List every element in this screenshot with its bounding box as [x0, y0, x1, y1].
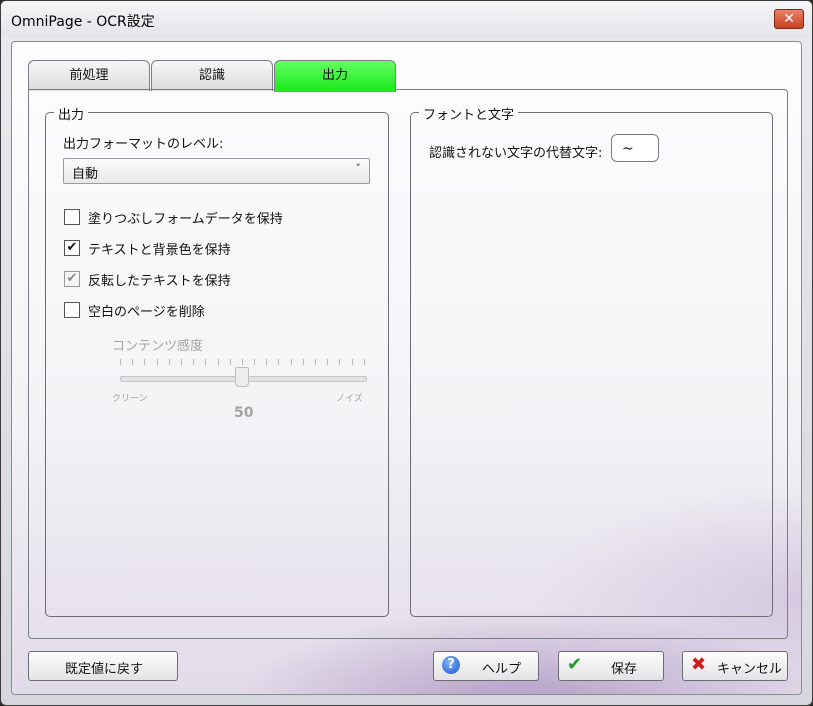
cancel-button[interactable]: ✖ キャンセル — [682, 651, 788, 681]
slider-ticks — [120, 359, 365, 367]
font-group-legend: フォントと文字 — [419, 104, 519, 123]
help-icon: ? — [442, 656, 460, 674]
save-label: 保存 — [611, 662, 638, 677]
save-button[interactable]: ✔ 保存 — [558, 651, 664, 681]
content-sensitivity-slider-area: コンテンツ感度 クリーン ノイズ 50 — [112, 335, 372, 425]
dialog-window: OmniPage - OCR設定 ✕ 前処理 認識 出力 出力 出力フォーマット… — [0, 0, 813, 706]
help-button[interactable]: ? ヘルプ — [433, 651, 539, 681]
output-group: 出力 出力フォーマットのレベル: 自動 ˅ 塗りつぶしフォームデータを保持 ✔ … — [45, 104, 389, 617]
font-character-group: フォントと文字 認識されない文字の代替文字: ~ — [410, 104, 773, 617]
reset-defaults-button[interactable]: 既定値に戻す — [28, 651, 178, 681]
tab-panel-output: 出力 出力フォーマットのレベル: 自動 ˅ 塗りつぶしフォームデータを保持 ✔ … — [28, 89, 788, 639]
format-level-select[interactable]: 自動 ˅ — [63, 158, 370, 184]
checkmark-icon: ✔ — [567, 654, 583, 675]
checkmark-icon: ✔ — [64, 240, 80, 256]
tab-recognition[interactable]: 認識 — [151, 60, 273, 91]
checkbox-label: 空白のページを削除 — [88, 305, 205, 320]
tab-output[interactable]: 出力 — [274, 60, 396, 92]
format-level-value: 自動 — [72, 167, 99, 182]
chevron-down-icon: ˅ — [355, 162, 362, 175]
checkbox-label: 塗りつぶしフォームデータを保持 — [88, 212, 283, 227]
tab-preprocessing[interactable]: 前処理 — [28, 60, 150, 91]
checkbox-box — [64, 209, 80, 225]
replacement-char-input[interactable]: ~ — [611, 134, 659, 162]
format-level-label: 出力フォーマットのレベル: — [63, 137, 224, 152]
output-group-legend: 出力 — [54, 104, 89, 123]
checkbox-label: テキストと背景色を保持 — [88, 243, 231, 258]
title-bar[interactable]: OmniPage - OCR設定 ✕ — [1, 1, 812, 37]
reset-defaults-label: 既定値に戻す — [65, 662, 144, 677]
replacement-char-label: 認識されない文字の代替文字: — [429, 146, 603, 161]
checkbox-label: 反転したテキストを保持 — [88, 274, 231, 289]
slider-max-label: ノイズ — [336, 394, 363, 404]
slider-thumb[interactable] — [235, 367, 249, 387]
slider-min-label: クリーン — [112, 394, 148, 404]
checkmark-icon: ✔ — [64, 271, 80, 287]
window-title: OmniPage - OCR設定 — [11, 14, 155, 30]
close-icon: ✕ — [783, 11, 795, 27]
help-label: ヘルプ — [482, 662, 522, 677]
close-icon: ✖ — [691, 654, 707, 675]
checkbox-box — [64, 302, 80, 318]
slider-value: 50 — [234, 405, 254, 421]
dialog-content: 前処理 認識 出力 出力 出力フォーマットのレベル: 自動 ˅ 塗りつぶしフォー… — [11, 41, 802, 695]
cancel-label: キャンセル — [717, 662, 783, 677]
slider-title: コンテンツ感度 — [112, 339, 204, 354]
close-button[interactable]: ✕ — [774, 9, 804, 29]
